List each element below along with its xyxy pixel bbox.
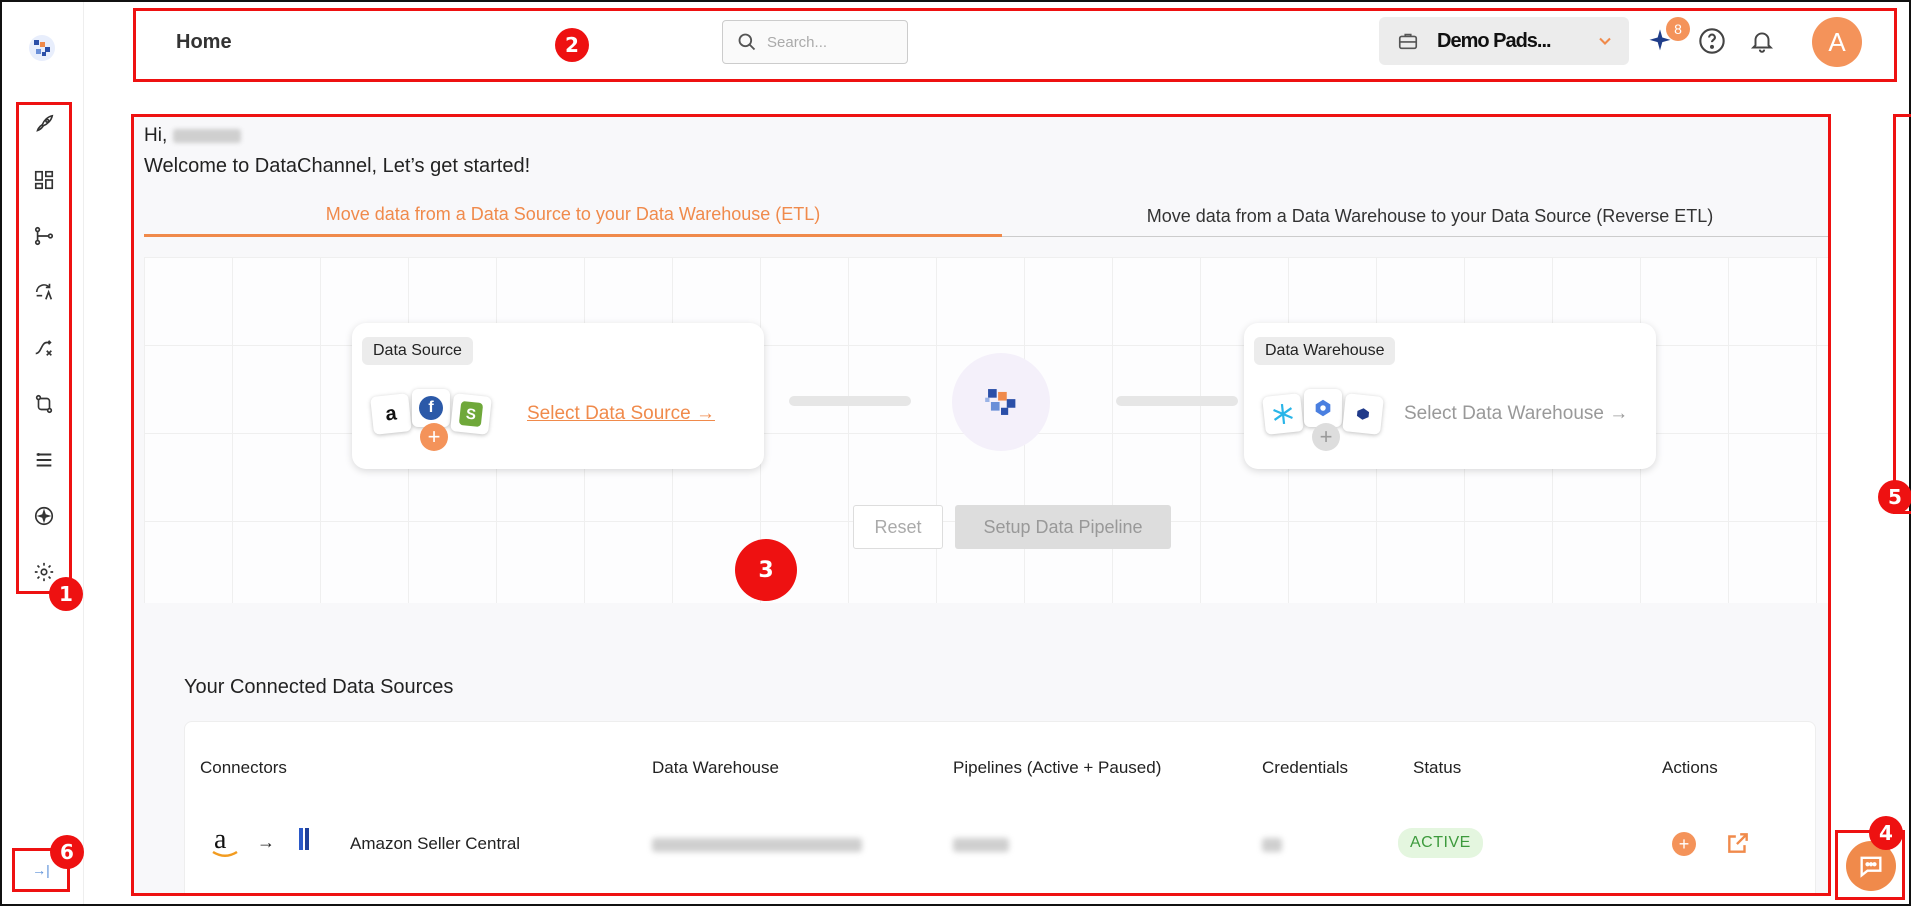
annotation-badge-2: 2: [555, 28, 589, 62]
pipeline-builder: Data Source a f S + Select Data Source →: [144, 257, 1828, 603]
reverse-etl-icon[interactable]: [32, 280, 56, 304]
main-content: Hi, Welcome to DataChannel, Let’s get st…: [131, 114, 1831, 896]
redshift-logo: [1342, 393, 1384, 435]
chat-bubble-icon: [1860, 856, 1882, 878]
bigquery-logo: [1304, 389, 1342, 427]
data-warehouse-pill: Data Warehouse: [1254, 337, 1396, 365]
amazon-logo: a: [370, 393, 412, 435]
workspace-selector[interactable]: Demo Pads...: [1379, 17, 1629, 65]
shopify-logo: S: [450, 393, 492, 435]
greeting: Hi,: [144, 125, 241, 147]
warehouse-icon: [293, 826, 317, 856]
search-box[interactable]: Search...: [722, 20, 908, 64]
connected-sources-title: Your Connected Data Sources: [184, 676, 454, 698]
annotation-badge-4: 4: [1869, 816, 1903, 850]
snowflake-logo: [1262, 393, 1304, 435]
tab-reverse-etl[interactable]: Move data from a Data Warehouse to your …: [1002, 195, 1828, 237]
dashboard-icon[interactable]: [32, 168, 56, 192]
add-pipeline-icon[interactable]: +: [1672, 832, 1696, 856]
redacted-pipelines: [953, 838, 1009, 852]
layers-icon[interactable]: [32, 448, 56, 472]
column-header-actions: Actions: [1662, 758, 1718, 777]
amazon-icon: a: [210, 824, 240, 860]
page-title: Home: [176, 31, 232, 53]
help-icon[interactable]: [1696, 25, 1728, 57]
arrow-right-icon: →: [257, 832, 275, 852]
transform-icon[interactable]: [32, 336, 56, 360]
column-header-connectors: Connectors: [200, 758, 287, 777]
column-header-data-warehouse: Data Warehouse: [652, 758, 779, 777]
shopify-logo-letter: S: [458, 400, 484, 428]
reset-button[interactable]: Reset: [853, 505, 943, 549]
connector-line-left: [789, 396, 911, 406]
annotation-badge-5: 5: [1878, 480, 1911, 514]
annotation-badge-6: 6: [50, 835, 84, 869]
pipeline-icon[interactable]: [32, 224, 56, 248]
facebook-logo: f: [412, 389, 450, 427]
add-source-icon[interactable]: +: [420, 423, 448, 451]
bell-icon[interactable]: [1746, 25, 1778, 57]
tab-etl[interactable]: Move data from a Data Source to your Dat…: [144, 195, 1002, 237]
sidebar-nav: [16, 102, 72, 594]
sync-icon[interactable]: [32, 392, 56, 416]
right-scroll-region[interactable]: [1893, 114, 1911, 514]
sparkle-icon[interactable]: [32, 504, 56, 528]
welcome-text: Welcome to DataChannel, Let’s get starte…: [144, 155, 531, 177]
add-warehouse-icon[interactable]: +: [1312, 423, 1340, 451]
redacted-warehouse: [652, 838, 862, 852]
avatar[interactable]: A: [1812, 17, 1862, 67]
top-header: Home Search... Demo Pads... 8 A: [133, 8, 1897, 82]
data-warehouse-card[interactable]: Data Warehouse + Select Data Warehouse →: [1244, 323, 1656, 469]
connector-name: Amazon Seller Central: [350, 834, 521, 853]
redacted-username: [172, 128, 241, 143]
annotation-badge-1: 1: [49, 577, 83, 611]
svg-text:a: a: [214, 824, 227, 855]
pipeline-tabs: Move data from a Data Source to your Dat…: [144, 195, 1828, 237]
select-data-warehouse-link[interactable]: Select Data Warehouse →: [1404, 403, 1628, 425]
sidebar: →|: [2, 2, 84, 904]
datachannel-logo[interactable]: [26, 32, 58, 64]
search-input[interactable]: Search...: [767, 34, 827, 51]
open-external-icon[interactable]: [1725, 830, 1751, 861]
collapse-icon: →|: [32, 862, 50, 878]
column-header-pipelines: Pipelines (Active + Paused): [953, 758, 1162, 777]
redacted-credentials: [1262, 838, 1282, 852]
connected-sources-table: Connectors Data Warehouse Pipelines (Act…: [184, 721, 1816, 893]
amazon-logo-letter: a: [384, 401, 398, 426]
briefcase-icon: [1398, 33, 1418, 50]
chevron-down-icon: [1599, 37, 1611, 45]
status-badge: ACTIVE: [1398, 828, 1483, 858]
rocket-icon[interactable]: [32, 112, 56, 136]
datachannel-center-logo: [952, 353, 1050, 451]
data-source-pill: Data Source: [362, 337, 473, 365]
search-icon: [738, 33, 756, 51]
workspace-name: Demo Pads...: [1437, 29, 1552, 52]
greeting-prefix: Hi,: [144, 125, 168, 146]
gear-icon[interactable]: [32, 560, 56, 584]
data-source-card[interactable]: Data Source a f S + Select Data Source →: [352, 323, 764, 469]
facebook-logo-letter: f: [419, 396, 443, 420]
annotation-badge-3: 3: [735, 539, 797, 601]
column-header-credentials: Credentials: [1262, 758, 1348, 777]
connector-line-right: [1116, 396, 1238, 406]
select-data-source-link[interactable]: Select Data Source →: [527, 403, 715, 425]
column-header-status: Status: [1413, 758, 1462, 777]
ai-notification-count: 8: [1666, 17, 1690, 41]
setup-pipeline-button[interactable]: Setup Data Pipeline: [955, 505, 1171, 549]
